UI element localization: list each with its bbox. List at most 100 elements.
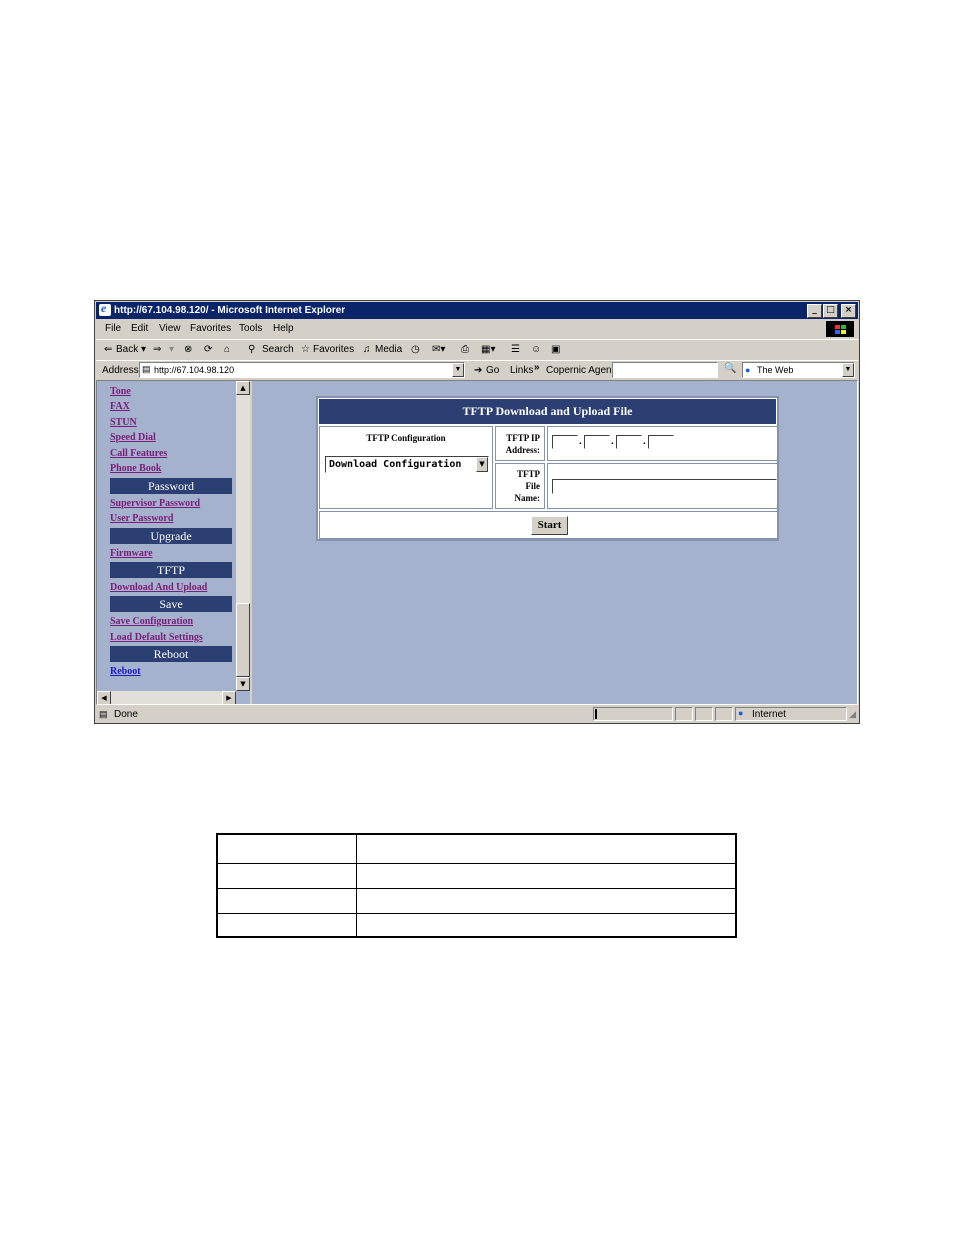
favorites-icon[interactable]: ☆ bbox=[301, 344, 310, 355]
copernic-label: Copernic Agent bbox=[546, 365, 615, 376]
nav-link-phone-book[interactable]: Phone Book bbox=[110, 463, 161, 474]
ip-input-cell: . . . bbox=[547, 426, 778, 461]
scroll-down-icon[interactable]: ▼ bbox=[236, 677, 250, 691]
nav-link-supervisor-password[interactable]: Supervisor Password bbox=[110, 498, 200, 509]
file-label-line2: File bbox=[525, 481, 541, 491]
ip-octet-2[interactable] bbox=[584, 435, 610, 449]
favorites-button[interactable]: Favorites bbox=[313, 344, 354, 355]
nav-link-save-configuration[interactable]: Save Configuration bbox=[110, 616, 193, 627]
status-cell bbox=[675, 707, 693, 721]
resize-grip-icon[interactable]: ◢ bbox=[849, 709, 856, 720]
nav-link-user-password[interactable]: User Password bbox=[110, 513, 173, 524]
ie-logo-icon bbox=[99, 301, 111, 316]
scroll-right-icon[interactable]: ▶ bbox=[222, 691, 236, 704]
discuss-icon[interactable]: ☰ bbox=[511, 344, 520, 355]
nav-link-load-default-settings[interactable]: Load Default Settings bbox=[110, 632, 203, 643]
table-cell bbox=[216, 833, 357, 864]
nav-link-call-features[interactable]: Call Features bbox=[110, 448, 167, 459]
search-scope-select[interactable]: ● The Web ▼ bbox=[742, 362, 855, 378]
address-input[interactable]: ▤ http://67.104.98.120 ▼ bbox=[139, 362, 465, 378]
config-select-value: Download Configuration bbox=[329, 459, 462, 470]
table-cell bbox=[216, 862, 357, 889]
globe-icon: ● bbox=[745, 365, 751, 375]
forward-icon[interactable]: ⇒ bbox=[153, 344, 161, 355]
print-icon[interactable]: ⎙ bbox=[461, 344, 469, 355]
menu-help[interactable]: Help bbox=[273, 323, 294, 334]
scroll-thumb[interactable] bbox=[236, 603, 250, 677]
links-chevron-icon[interactable]: » bbox=[534, 362, 540, 373]
nav-header-tftp: TFTP bbox=[110, 562, 232, 578]
nav-link-speed-dial[interactable]: Speed Dial bbox=[110, 432, 156, 443]
toolbar: ⇐ Back ▾ ⇒ ▾ ⊗ ⟳ ⌂ ⚲ Search ☆ Favorites … bbox=[96, 339, 858, 360]
ip-dot: . bbox=[611, 436, 614, 447]
media-button[interactable]: Media bbox=[375, 344, 402, 355]
document-table bbox=[216, 833, 737, 938]
ip-label-line1: TFTP IP bbox=[506, 433, 540, 443]
research-icon[interactable]: ▣ bbox=[551, 344, 560, 355]
links-button[interactable]: Links bbox=[510, 365, 533, 376]
scroll-up-icon[interactable]: ▲ bbox=[236, 381, 250, 395]
menu-bar: File Edit View Favorites Tools Help bbox=[96, 320, 858, 338]
menu-tools[interactable]: Tools bbox=[239, 323, 262, 334]
nav-link-fax[interactable]: FAX bbox=[110, 401, 130, 412]
menu-edit[interactable]: Edit bbox=[131, 323, 148, 334]
copernic-search-input[interactable] bbox=[612, 362, 718, 378]
status-bar: ▤ Done ● Internet ◢ bbox=[96, 706, 858, 723]
config-select[interactable]: Download Configuration ▼ bbox=[325, 456, 489, 473]
nav-vertical-scrollbar[interactable]: ▲ ▼ bbox=[236, 381, 250, 691]
forward-dropdown-icon[interactable]: ▾ bbox=[169, 344, 174, 355]
search-scope-dropdown-icon[interactable]: ▼ bbox=[842, 363, 854, 377]
table-row bbox=[216, 833, 737, 864]
go-arrow-icon[interactable]: ➔ bbox=[474, 365, 482, 376]
start-button[interactable]: Start bbox=[531, 516, 568, 535]
menu-file[interactable]: File bbox=[105, 323, 121, 334]
back-dropdown-icon[interactable]: ▾ bbox=[141, 344, 146, 355]
refresh-icon[interactable]: ⟳ bbox=[204, 344, 212, 355]
scroll-left-icon[interactable]: ◀ bbox=[97, 691, 111, 704]
stop-icon[interactable]: ⊗ bbox=[184, 344, 192, 355]
config-dropdown-icon[interactable]: ▼ bbox=[476, 457, 488, 472]
page-icon: ▤ bbox=[142, 364, 151, 374]
media-icon[interactable]: ♫ bbox=[363, 344, 371, 355]
address-dropdown-icon[interactable]: ▼ bbox=[452, 363, 464, 377]
nav-link-download-upload[interactable]: Download And Upload bbox=[110, 582, 207, 593]
main-frame: TFTP Download and Upload File TFTP Confi… bbox=[252, 381, 857, 704]
search-icon[interactable]: ⚲ bbox=[248, 344, 255, 355]
page-done-icon: ▤ bbox=[99, 709, 108, 719]
menu-favorites[interactable]: Favorites bbox=[190, 323, 231, 334]
back-icon[interactable]: ⇐ bbox=[104, 344, 112, 355]
table-row bbox=[216, 887, 737, 914]
nav-header-upgrade: Upgrade bbox=[110, 528, 232, 544]
search-button[interactable]: Search bbox=[262, 344, 294, 355]
messenger-icon[interactable]: ☺ bbox=[531, 344, 541, 355]
home-icon[interactable]: ⌂ bbox=[224, 344, 230, 355]
start-cell: Start bbox=[319, 511, 778, 539]
table-cell bbox=[356, 833, 737, 864]
mail-icon[interactable]: ✉▾ bbox=[432, 344, 445, 355]
nav-link-tone[interactable]: Tone bbox=[110, 386, 131, 397]
nav-link-firmware[interactable]: Firmware bbox=[110, 548, 153, 559]
nav-link-reboot[interactable]: Reboot bbox=[110, 666, 141, 677]
back-button[interactable]: Back bbox=[116, 344, 138, 355]
menu-view[interactable]: View bbox=[159, 323, 181, 334]
title-bar[interactable]: http://67.104.98.120/ - Microsoft Intern… bbox=[96, 301, 858, 319]
nav-link-stun[interactable]: STUN bbox=[110, 417, 137, 428]
internet-globe-icon: ● bbox=[738, 708, 744, 718]
history-icon[interactable]: ◷ bbox=[411, 344, 420, 355]
ip-octet-4[interactable] bbox=[648, 435, 674, 449]
search-scope-value: The Web bbox=[757, 365, 794, 375]
edit-icon[interactable]: ▦▾ bbox=[481, 344, 495, 355]
nav-horizontal-scrollbar[interactable]: ◀ ▶ bbox=[97, 691, 236, 704]
ip-octet-1[interactable] bbox=[552, 435, 578, 449]
window-title: http://67.104.98.120/ - Microsoft Intern… bbox=[114, 305, 346, 316]
table-row bbox=[216, 912, 737, 938]
ip-octet-3[interactable] bbox=[616, 435, 642, 449]
close-button[interactable]: × bbox=[841, 304, 856, 318]
minimize-button[interactable]: _ bbox=[807, 304, 822, 318]
go-button[interactable]: Go bbox=[486, 365, 499, 376]
zone-cell: ● Internet bbox=[735, 707, 847, 721]
file-name-input[interactable] bbox=[552, 479, 777, 494]
ip-dot: . bbox=[643, 436, 646, 447]
maximize-button[interactable]: □ bbox=[823, 304, 838, 318]
copernic-search-icon[interactable]: 🔍 bbox=[724, 363, 736, 374]
